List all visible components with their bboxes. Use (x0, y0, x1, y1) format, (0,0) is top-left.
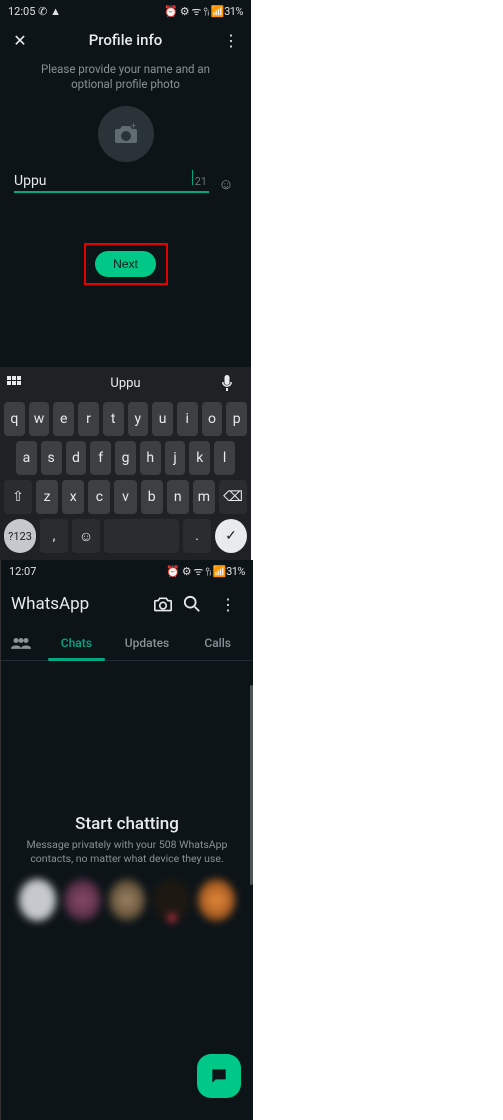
keyboard-suggestion[interactable]: Uppu (30, 376, 221, 391)
key-v[interactable]: v (114, 480, 136, 514)
tab-chats[interactable]: Chats (41, 626, 112, 660)
search-icon[interactable] (183, 595, 213, 613)
svg-text:+: + (131, 123, 136, 132)
key-m[interactable]: m (193, 480, 215, 514)
keyboard-grid-icon[interactable] (6, 375, 30, 391)
emoji-icon[interactable]: ☺ (215, 175, 237, 193)
keyboard[interactable]: Uppu qwertyuiop asdfghjkl ⇧ zxcvbnm ⌫ ?1… (0, 367, 251, 560)
key-t[interactable]: t (103, 402, 124, 436)
tab-communities[interactable] (1, 626, 41, 660)
name-input[interactable]: Uppu (14, 171, 191, 191)
backspace-key[interactable]: ⌫ (219, 480, 247, 514)
key-b[interactable]: b (141, 480, 163, 514)
next-button-highlight: Next (84, 243, 168, 285)
comma-key[interactable]: , (40, 519, 68, 553)
key-q[interactable]: q (4, 402, 25, 436)
new-chat-fab[interactable] (197, 1054, 241, 1098)
period-key[interactable]: . (183, 519, 211, 553)
key-w[interactable]: w (29, 402, 50, 436)
camera-icon: + (114, 123, 138, 145)
phone-whatsapp-main: 12:07 ⏰ ⚙ ᯤ ⫯ᵢ 📶31% WhatsApp ⋮ Chats Upd… (0, 560, 253, 1120)
contact-avatar[interactable] (64, 879, 101, 921)
app-title: WhatsApp (11, 594, 153, 614)
key-g[interactable]: g (115, 441, 136, 475)
next-button[interactable]: Next (95, 251, 156, 277)
page-title: Profile info (34, 31, 217, 49)
keyboard-row-1: qwertyuiop (2, 402, 249, 436)
key-c[interactable]: c (88, 480, 110, 514)
tab-updates[interactable]: Updates (112, 626, 183, 660)
status-bar: 12:05 ✆ ▲ ⏰ ⚙ ᯤ ⫯ᵢ 📶31% (0, 0, 251, 22)
whatsapp-header: WhatsApp ⋮ (1, 582, 253, 626)
key-y[interactable]: y (128, 402, 149, 436)
contact-avatar[interactable] (198, 879, 235, 921)
add-photo-button[interactable]: + (98, 106, 154, 162)
key-h[interactable]: h (140, 441, 161, 475)
more-icon[interactable]: ⋮ (217, 31, 245, 50)
mic-icon[interactable] (221, 375, 245, 391)
key-l[interactable]: l (214, 441, 235, 475)
subtitle: Please provide your name and an optional… (0, 58, 251, 96)
name-input-wrap[interactable]: Uppu 21 (14, 170, 209, 193)
phone-profile-setup: 12:05 ✆ ▲ ⏰ ⚙ ᯤ ⫯ᵢ 📶31% ✕ Profile info ⋮… (0, 0, 251, 560)
key-u[interactable]: u (152, 402, 173, 436)
contact-avatar[interactable] (19, 879, 56, 921)
scrollbar[interactable] (250, 685, 253, 885)
tabs: Chats Updates Calls (1, 626, 253, 661)
symbols-key[interactable]: ?123 (4, 519, 36, 553)
key-n[interactable]: n (167, 480, 189, 514)
key-f[interactable]: f (90, 441, 111, 475)
key-j[interactable]: j (165, 441, 186, 475)
profile-header: ✕ Profile info ⋮ (0, 22, 251, 58)
contact-avatar[interactable] (109, 879, 146, 921)
key-x[interactable]: x (62, 480, 84, 514)
keyboard-row-3: ⇧ zxcvbnm ⌫ (2, 480, 249, 514)
key-z[interactable]: z (36, 480, 58, 514)
char-count: 21 (193, 175, 209, 188)
enter-key[interactable]: ✓ (215, 519, 247, 553)
status-bar: 12:07 ⏰ ⚙ ᯤ ⫯ᵢ 📶31% (1, 560, 253, 582)
emoji-key[interactable]: ☺ (72, 519, 100, 553)
tab-calls[interactable]: Calls (182, 626, 253, 660)
key-a[interactable]: a (16, 441, 37, 475)
shift-key[interactable]: ⇧ (4, 480, 32, 514)
key-r[interactable]: r (78, 402, 99, 436)
camera-icon[interactable] (153, 595, 183, 613)
key-e[interactable]: e (53, 402, 74, 436)
start-chatting-panel: Start chatting Message privately with yo… (1, 814, 253, 921)
key-i[interactable]: i (177, 402, 198, 436)
keyboard-row-2: asdfghjkl (2, 441, 249, 475)
key-o[interactable]: o (202, 402, 223, 436)
suggested-contacts[interactable] (15, 879, 239, 921)
start-subtitle: Message privately with your 508 WhatsApp… (15, 838, 239, 865)
close-icon[interactable]: ✕ (6, 31, 34, 50)
contact-avatar[interactable] (153, 879, 190, 921)
key-s[interactable]: s (41, 441, 62, 475)
key-p[interactable]: p (226, 402, 247, 436)
start-title: Start chatting (15, 814, 239, 834)
communities-icon (11, 636, 31, 650)
space-key[interactable] (104, 519, 179, 553)
more-icon[interactable]: ⋮ (213, 595, 243, 614)
key-d[interactable]: d (66, 441, 87, 475)
chat-icon (209, 1066, 229, 1086)
key-k[interactable]: k (189, 441, 210, 475)
